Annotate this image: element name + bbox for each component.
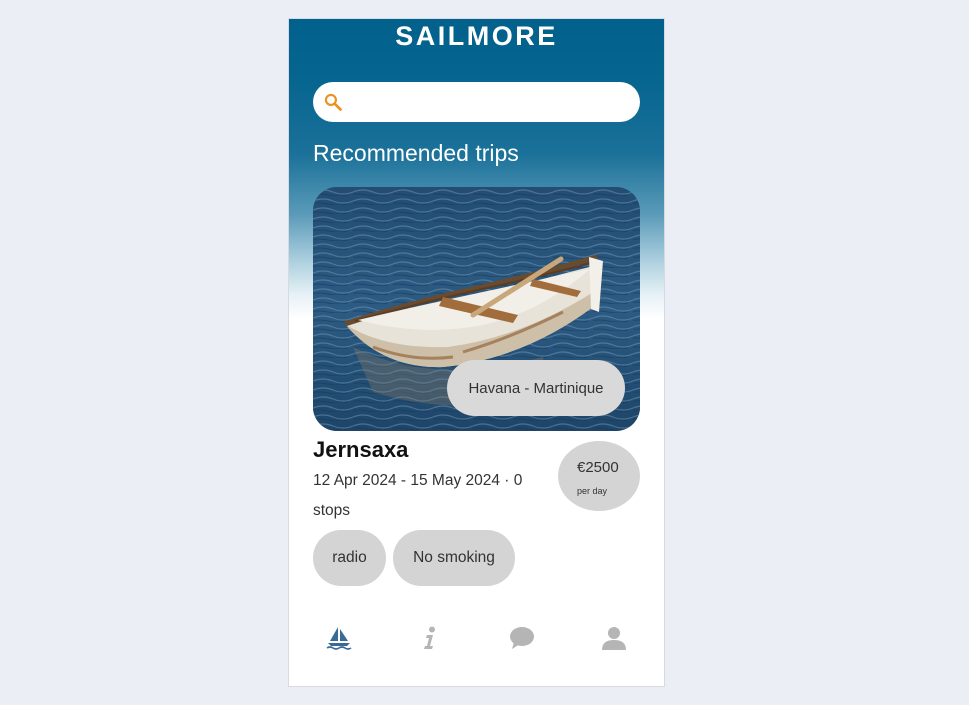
user-icon [601,626,627,655]
nav-item-profile[interactable] [599,625,629,655]
search-input[interactable] [353,82,627,124]
trip-dates: 12 Apr 2024 - 15 May 2024 · 0 stops [313,472,523,519]
price-badge: €2500 per day [558,441,640,511]
tag-chip: No smoking [393,530,515,586]
trip-name[interactable]: Jernsaxa [313,437,408,463]
search-icon [323,92,343,112]
info-icon [419,626,441,655]
section-title: Recommended trips [313,140,519,166]
app-screen: SAILMORE Recommended trips Havana - Mart… [289,19,664,686]
nav-item-trips[interactable] [324,625,354,655]
route-badge: Havana - Martinique [447,360,625,416]
price-unit: per day [577,486,608,496]
tag-chip: radio [313,530,386,586]
nav-item-messages[interactable] [507,625,537,655]
search-bar[interactable] [313,82,640,124]
nav-item-info[interactable] [415,625,445,655]
bottom-nav [289,619,664,663]
sailboat-icon [326,625,352,656]
chat-icon [509,626,535,655]
app-title: SAILMORE [395,21,558,51]
price-amount: €2500 [577,459,619,476]
